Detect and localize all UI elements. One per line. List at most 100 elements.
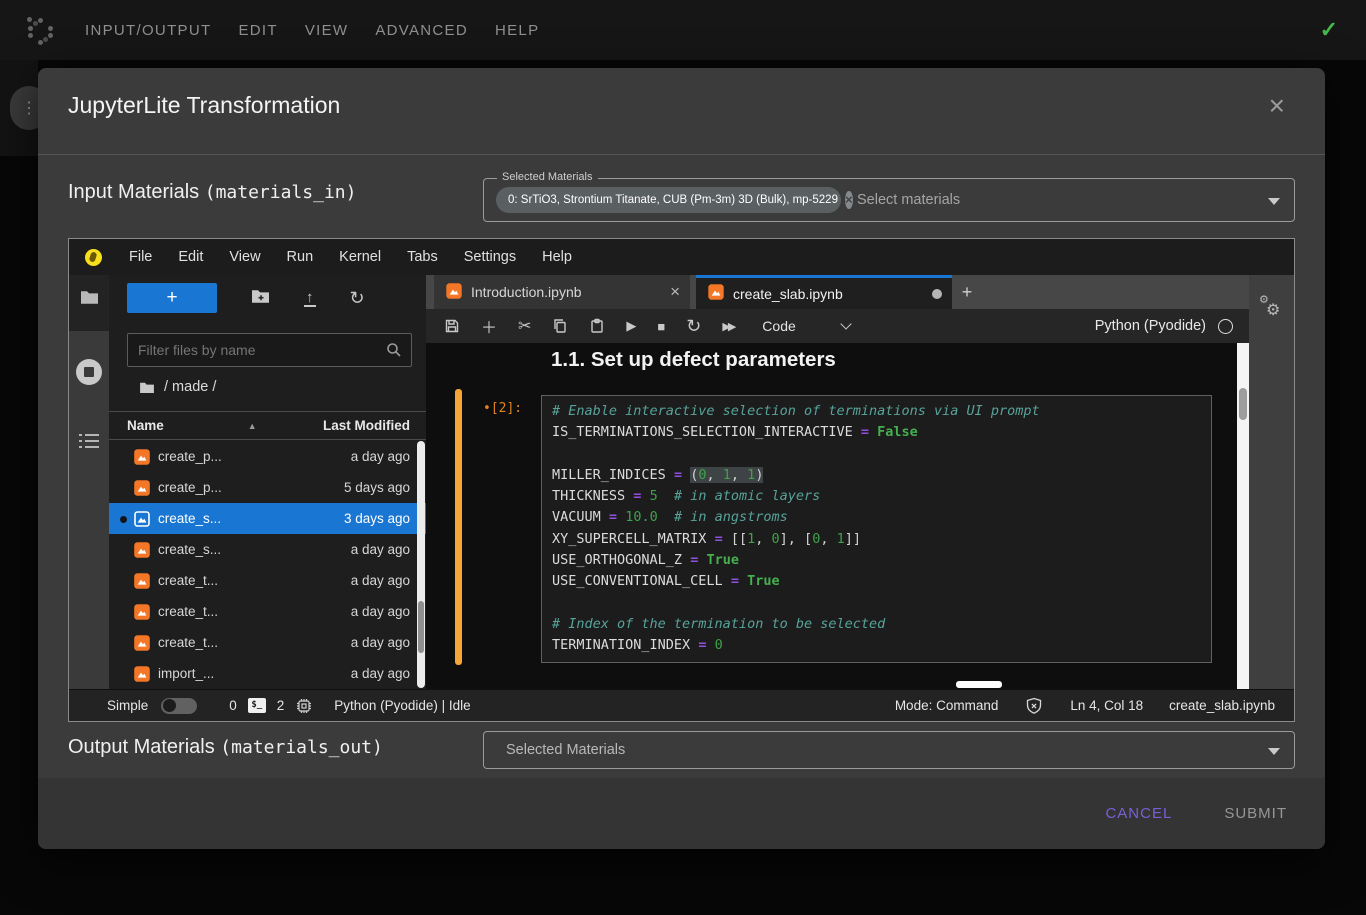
file-row[interactable]: create_s...a day ago bbox=[109, 534, 426, 565]
stop-icon[interactable]: ■ bbox=[657, 319, 665, 334]
file-row[interactable]: create_t...a day ago bbox=[109, 596, 426, 627]
tab-close-icon[interactable]: × bbox=[670, 282, 680, 302]
file-browser-toolbar: + ↑ ↻ bbox=[109, 275, 426, 321]
kernels-count[interactable]: 2 bbox=[277, 698, 285, 713]
code-token bbox=[641, 488, 649, 504]
output-materials-select[interactable]: Selected Materials bbox=[483, 731, 1295, 769]
file-row[interactable]: create_s...3 days ago bbox=[109, 503, 426, 534]
kernel-name[interactable]: Python (Pyodide) bbox=[1095, 318, 1206, 334]
new-folder-icon[interactable] bbox=[251, 288, 270, 309]
chevron-down-icon[interactable] bbox=[1268, 198, 1280, 205]
file-name[interactable]: create_t... bbox=[158, 573, 218, 588]
code-token: = bbox=[674, 467, 682, 483]
running-kernels-tab-icon[interactable] bbox=[69, 359, 109, 390]
tab-label[interactable]: Introduction.ipynb bbox=[471, 284, 582, 300]
notebook-file-icon bbox=[134, 666, 150, 682]
upload-icon[interactable]: ↑ bbox=[304, 289, 316, 307]
file-name[interactable]: create_s... bbox=[158, 542, 221, 557]
jupyter-menu-item[interactable]: Settings bbox=[451, 249, 529, 265]
screen: INPUT/OUTPUTEDITVIEWADVANCEDHELP ✓ ⋮ Jup… bbox=[0, 0, 1366, 915]
file-name[interactable]: import_... bbox=[158, 666, 214, 681]
code-token: True bbox=[747, 573, 780, 589]
restart-run-all-icon[interactable]: ▶▶ bbox=[722, 320, 736, 333]
file-browser-tab-icon[interactable] bbox=[69, 289, 109, 310]
code-line: # Enable interactive selection of termin… bbox=[552, 401, 1201, 422]
file-row[interactable]: create_t...a day ago bbox=[109, 627, 426, 658]
topbar-menu-item[interactable]: HELP bbox=[495, 22, 539, 39]
notebook-vscrollbar[interactable] bbox=[1237, 343, 1249, 689]
jupyter-menu-item[interactable]: View bbox=[216, 249, 273, 265]
kernel-status-text[interactable]: Python (Pyodide) | Idle bbox=[334, 698, 470, 713]
file-list-scrollbar[interactable] bbox=[417, 441, 425, 688]
file-name[interactable]: create_t... bbox=[158, 635, 218, 650]
jupyter-menu-item[interactable]: Edit bbox=[165, 249, 216, 265]
column-last-modified[interactable]: Last Modified bbox=[323, 418, 410, 433]
cancel-button[interactable]: CANCEL bbox=[1105, 805, 1172, 822]
jupyter-menu-item[interactable]: Tabs bbox=[394, 249, 451, 265]
file-name[interactable]: create_t... bbox=[158, 604, 218, 619]
run-icon[interactable]: ▶ bbox=[626, 318, 636, 334]
file-row[interactable]: create_p...5 days ago bbox=[109, 472, 426, 503]
kernel-indicator[interactable]: Python (Pyodide) bbox=[1095, 318, 1233, 334]
breadcrumb[interactable]: / made / bbox=[139, 379, 216, 395]
restart-kernel-icon[interactable]: ↻ bbox=[686, 318, 701, 334]
status-filename[interactable]: create_slab.ipynb bbox=[1169, 698, 1275, 713]
jupyter-menu-item[interactable]: Kernel bbox=[326, 249, 394, 265]
active-cell-bar[interactable] bbox=[455, 389, 462, 665]
tab-label[interactable]: create_slab.ipynb bbox=[733, 286, 843, 302]
table-of-contents-tab-icon[interactable] bbox=[69, 433, 109, 454]
sort-asc-icon[interactable]: ▲ bbox=[248, 421, 257, 431]
selected-materials-field[interactable]: Selected Materials 0: SrTiO3, Strontium … bbox=[483, 178, 1295, 222]
simple-mode-toggle[interactable] bbox=[161, 698, 197, 714]
file-name[interactable]: create_s... bbox=[158, 511, 221, 526]
save-icon[interactable] bbox=[444, 318, 460, 334]
code-line: # Index of the termination to be selecte… bbox=[552, 614, 1201, 635]
breadcrumb-path[interactable]: / made / bbox=[164, 379, 216, 395]
topbar-menu-item[interactable]: ADVANCED bbox=[375, 22, 468, 39]
topbar-menu-item[interactable]: INPUT/OUTPUT bbox=[85, 22, 211, 39]
file-row[interactable]: create_p...a day ago bbox=[109, 441, 426, 472]
copy-icon[interactable] bbox=[552, 318, 568, 334]
notebook-hscrollbar[interactable] bbox=[956, 681, 1002, 688]
insert-cell-icon[interactable]: ＋ bbox=[481, 314, 497, 338]
material-chip[interactable]: 0: SrTiO3, Strontium Titanate, CUB (Pm-3… bbox=[496, 187, 841, 213]
jupyter-menu-item[interactable]: File bbox=[116, 249, 165, 265]
tab-create-slab[interactable]: create_slab.ipynb bbox=[696, 275, 952, 309]
paste-icon[interactable] bbox=[589, 318, 605, 334]
status-right: Mode: Command Ln 4, Col 18 create_slab.i… bbox=[895, 697, 1275, 715]
file-name[interactable]: create_p... bbox=[158, 449, 222, 464]
command-mode-indicator[interactable]: Mode: Command bbox=[895, 698, 999, 713]
code-token bbox=[706, 531, 714, 547]
chevron-down-icon[interactable] bbox=[1268, 748, 1280, 755]
notebook-file-icon bbox=[446, 283, 462, 302]
trust-shield-icon[interactable] bbox=[1025, 697, 1043, 715]
jupyter-menu-item[interactable]: Run bbox=[274, 249, 327, 265]
app-logo-icon[interactable] bbox=[27, 17, 53, 43]
notebook-toolbar: ＋ ✂ ▶ ■ ↻ ▶▶ Code bbox=[426, 309, 1249, 343]
submit-button[interactable]: SUBMIT bbox=[1224, 805, 1287, 822]
filter-files-box[interactable] bbox=[127, 333, 412, 367]
cut-icon[interactable]: ✂ bbox=[518, 316, 531, 336]
topbar-menu-item[interactable]: VIEW bbox=[305, 22, 349, 39]
jupyter-menu-item[interactable]: Help bbox=[529, 249, 585, 265]
add-tab-icon[interactable]: + bbox=[952, 275, 982, 309]
file-row[interactable]: create_t...a day ago bbox=[109, 565, 426, 596]
refresh-icon[interactable]: ↻ bbox=[350, 290, 365, 306]
cursor-position[interactable]: Ln 4, Col 18 bbox=[1070, 698, 1143, 713]
close-icon[interactable]: × bbox=[1269, 92, 1285, 120]
filter-files-input[interactable] bbox=[128, 342, 386, 358]
tab-introduction[interactable]: Introduction.ipynb × bbox=[434, 275, 690, 309]
topbar-menu-item[interactable]: EDIT bbox=[238, 22, 277, 39]
chip-remove-icon[interactable]: × bbox=[845, 191, 853, 209]
file-name[interactable]: create_p... bbox=[158, 480, 222, 495]
cell-type-select[interactable]: Code bbox=[762, 318, 795, 334]
code-editor[interactable]: # Enable interactive selection of termin… bbox=[541, 395, 1212, 663]
code-token: , bbox=[707, 467, 723, 483]
file-row[interactable]: import_...a day ago bbox=[109, 658, 426, 689]
new-launcher-button[interactable]: + bbox=[127, 283, 217, 313]
column-name[interactable]: Name bbox=[127, 418, 164, 433]
chevron-down-icon[interactable] bbox=[840, 318, 851, 329]
code-token bbox=[739, 573, 747, 589]
code-token: 0 bbox=[715, 637, 723, 653]
terminals-count[interactable]: 0 bbox=[229, 698, 237, 713]
